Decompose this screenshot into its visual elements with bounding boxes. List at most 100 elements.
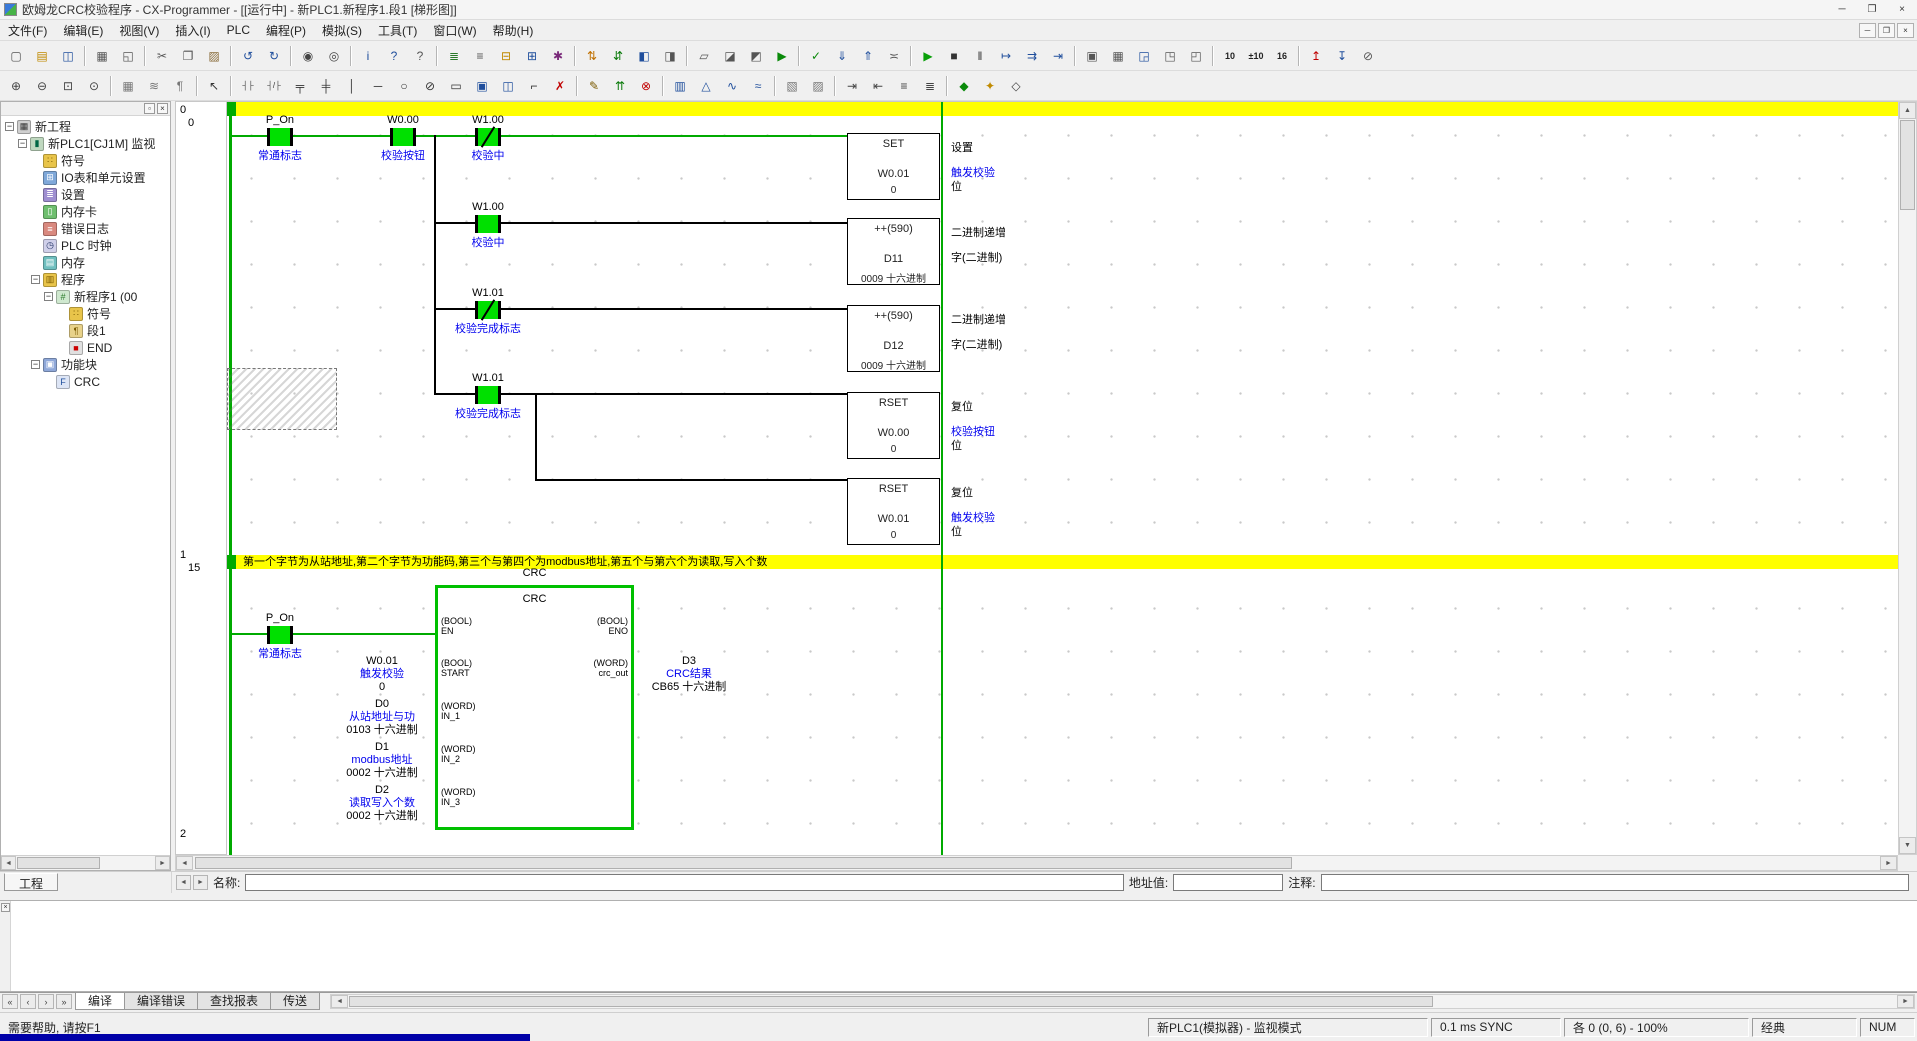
open-contact[interactable] [267, 128, 293, 146]
sim-run-icon[interactable]: ▶ [915, 44, 941, 68]
pause-monitoring-icon[interactable]: ◨ [657, 44, 683, 68]
output-tab-2[interactable]: 编译错误 [124, 993, 198, 1010]
symbol-prev-icon[interactable]: ◄ [176, 875, 191, 890]
instruction-box[interactable]: SETW0.010 [847, 133, 940, 200]
tree-item-settings[interactable]: ≣设置 [1, 186, 170, 203]
new-contact-tool-icon[interactable]: ┤├ [235, 74, 261, 98]
scroll-right-icon[interactable]: ► [1880, 856, 1897, 870]
align-justify-icon[interactable]: ≣ [917, 74, 943, 98]
new-vertical-line-tool-icon[interactable]: │ [339, 74, 365, 98]
help-icon[interactable]: ? [381, 44, 407, 68]
new-closed-contact-tool-icon[interactable]: ┤/├ [261, 74, 287, 98]
ladder-hscrollbar[interactable]: ◄ ► [175, 855, 1898, 871]
grid-toggle-icon[interactable]: ▦ [115, 74, 141, 98]
zoom-out-icon[interactable]: ⊖ [29, 74, 55, 98]
paste-mode-icon[interactable]: ▧ [779, 74, 805, 98]
show-power-flow-icon[interactable]: ◆ [951, 74, 977, 98]
address-reference-icon[interactable]: ◰ [1183, 44, 1209, 68]
output-tab-scroll-3[interactable]: » [56, 994, 72, 1009]
view-ladder-icon[interactable]: ≣ [441, 44, 467, 68]
zoom-in-icon[interactable]: ⊕ [3, 74, 29, 98]
mdi-maximize-button[interactable]: ❐ [1878, 23, 1895, 38]
scrollbar-thumb[interactable] [349, 996, 1433, 1007]
info-icon[interactable]: i [355, 44, 381, 68]
decimal-display-icon[interactable]: 10 [1217, 44, 1243, 68]
tree-item-program1-symbols[interactable]: ∷符号 [1, 305, 170, 322]
closed-contact[interactable] [475, 128, 501, 146]
debug-mode-icon[interactable]: ◪ [717, 44, 743, 68]
monitor-mode-icon[interactable]: ◩ [743, 44, 769, 68]
rung-wrap-icon[interactable]: ≋ [141, 74, 167, 98]
view-settings-icon[interactable]: ✱ [545, 44, 571, 68]
work-online-icon[interactable]: ⇅ [579, 44, 605, 68]
view-mnemonic-icon[interactable]: ≡ [467, 44, 493, 68]
save-icon[interactable]: ◫ [55, 44, 81, 68]
open-file-icon[interactable]: ▤ [29, 44, 55, 68]
symbol-next-icon[interactable]: ► [193, 875, 208, 890]
redo-icon[interactable]: ↻ [261, 44, 287, 68]
new-closed-coil-tool-icon[interactable]: ⊘ [417, 74, 443, 98]
undo-icon[interactable]: ↺ [235, 44, 261, 68]
output-tab-scroll-1[interactable]: ‹ [20, 994, 36, 1009]
print-icon[interactable]: ▦ [89, 44, 115, 68]
scroll-left-icon[interactable]: ◄ [1, 856, 16, 870]
tree-item-function-blocks[interactable]: −▣功能块 [1, 356, 170, 373]
cancel-online-edit-icon[interactable]: ⊗ [633, 74, 659, 98]
scrollbar-track[interactable] [348, 995, 1897, 1008]
project-tab[interactable]: 工程 [4, 873, 58, 891]
output-gripper[interactable]: × [0, 901, 11, 991]
new-file-icon[interactable]: ▢ [3, 44, 29, 68]
auto-online-icon[interactable]: ⇵ [605, 44, 631, 68]
hex-display-icon[interactable]: 16 [1269, 44, 1295, 68]
menu-view[interactable]: 视图(V) [111, 20, 167, 40]
instruction-box[interactable]: RSETW0.010 [847, 478, 940, 545]
sim-pause-icon[interactable]: ‖ [967, 44, 993, 68]
highlight-icon[interactable]: ✦ [977, 74, 1003, 98]
invert-tool-icon[interactable]: ⌐ [521, 74, 547, 98]
sim-scan-run-icon[interactable]: ⇥ [1045, 44, 1071, 68]
compile-program-icon[interactable]: ✓ [803, 44, 829, 68]
instruction-box[interactable]: ++(590)D120009 十六进制 [847, 305, 940, 372]
program-mode-icon[interactable]: ▱ [691, 44, 717, 68]
find-replace-icon[interactable]: ◎ [321, 44, 347, 68]
scrollbar-thumb[interactable] [17, 857, 100, 869]
scrollbar-track[interactable] [193, 856, 1880, 870]
open-contact[interactable] [475, 386, 501, 404]
run-mode-icon[interactable]: ▶ [769, 44, 795, 68]
output-tab-1[interactable]: 编译 [75, 993, 125, 1010]
tile-windows-icon[interactable]: ▦ [1105, 44, 1131, 68]
monitor-data-icon[interactable]: ▥ [667, 74, 693, 98]
address-input[interactable] [1173, 874, 1283, 891]
pane-dock-icon[interactable]: ▫ [144, 103, 155, 114]
output-tab-scroll-2[interactable]: › [38, 994, 54, 1009]
project-tree-hscrollbar[interactable]: ◄ ► [1, 855, 170, 870]
ladder-canvas[interactable]: 第一个字节为从站地址,第二个字节为功能码,第三个与第四个为modbus地址,第五… [227, 101, 1898, 855]
view-symbols-icon[interactable]: ⊟ [493, 44, 519, 68]
show-comments-icon[interactable]: ¶ [167, 74, 193, 98]
signed-decimal-display-icon[interactable]: ±10 [1243, 44, 1269, 68]
minimize-button[interactable]: ─ [1827, 0, 1857, 19]
name-input[interactable] [245, 874, 1124, 891]
tree-item-memory-card[interactable]: ▯内存卡 [1, 203, 170, 220]
view-io-table-icon[interactable]: ⊞ [519, 44, 545, 68]
differential-monitor-icon[interactable]: △ [693, 74, 719, 98]
cross-reference-icon[interactable]: ◳ [1157, 44, 1183, 68]
tree-item-section1[interactable]: ¶段1 [1, 322, 170, 339]
tree-item-project[interactable]: −▦新工程 [1, 118, 170, 135]
menu-edit[interactable]: 编辑(E) [55, 20, 111, 40]
new-fb-call-tool-icon[interactable]: ▣ [469, 74, 495, 98]
mdi-minimize-button[interactable]: ─ [1859, 23, 1876, 38]
new-instruction-tool-icon[interactable]: ▭ [443, 74, 469, 98]
open-contact[interactable] [475, 215, 501, 233]
increase-rung-indent-icon[interactable]: ⇥ [839, 74, 865, 98]
closed-contact[interactable] [475, 301, 501, 319]
output-tab-3[interactable]: 查找报表 [197, 993, 271, 1010]
select-tool-icon[interactable]: ↖ [201, 74, 227, 98]
paste-icon[interactable]: ▨ [201, 44, 227, 68]
menu-plc[interactable]: PLC [219, 20, 258, 40]
find-icon[interactable]: ◉ [295, 44, 321, 68]
new-fb-parameter-tool-icon[interactable]: ◫ [495, 74, 521, 98]
comment-input[interactable] [1321, 874, 1909, 891]
output-close-icon[interactable]: × [1, 903, 10, 912]
scrollbar-thumb[interactable] [1900, 120, 1915, 210]
